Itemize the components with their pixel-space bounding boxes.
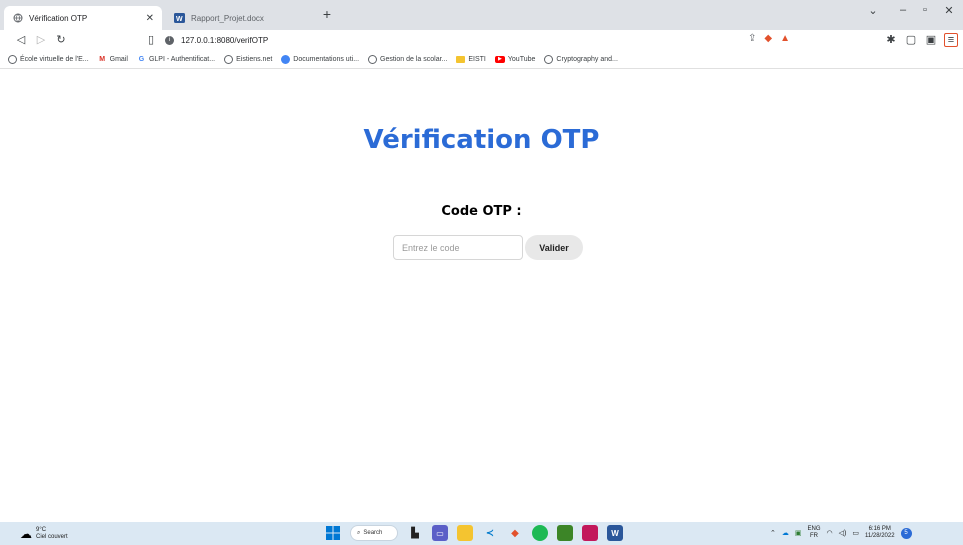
bookmark-documentations[interactable]: Documentations uti... (281, 54, 359, 64)
vscode-icon[interactable]: ≺ (482, 525, 498, 541)
bookmark-page-icon[interactable]: ▯ (144, 33, 158, 46)
brave-rewards-icon[interactable]: ▲ (780, 33, 790, 44)
site-info-icon[interactable]: i (165, 35, 174, 45)
file-explorer-icon[interactable] (457, 525, 473, 541)
spotify-icon[interactable] (532, 525, 548, 541)
bookmark-gmail[interactable]: M Gmail (98, 55, 128, 64)
browser-toolbar: ◁ ▷ ↻ ▯ i 127.0.0.1:8080/verifOTP ⇪ ◆ ▲ … (0, 30, 963, 50)
chat-icon[interactable]: ▭ (432, 525, 448, 541)
weather-widget[interactable]: ☁ 9°C Ciel couvert (20, 527, 68, 541)
browser-tabstrip: Vérification OTP ✕ W Rapport_Projet.docx… (0, 0, 963, 30)
language-indicator[interactable]: ENG FR (808, 526, 821, 540)
sidebar-icon[interactable]: ▢ (904, 33, 918, 46)
page-title: Vérification OTP (363, 125, 600, 155)
word-icon: W (174, 13, 185, 24)
tab-verification-otp[interactable]: Vérification OTP ✕ (4, 6, 162, 30)
app-icon[interactable] (582, 525, 598, 541)
word-app-icon[interactable]: W (607, 525, 623, 541)
bookmark-eistiens[interactable]: Eistiens.net (224, 54, 272, 64)
bookmarks-bar: École virtuelle de l'E... M Gmail G GLPI… (0, 50, 963, 69)
forward-icon[interactable]: ▷ (34, 33, 48, 46)
brave-shield-icon[interactable]: ◆ (764, 33, 772, 44)
bookmark-gestion-scolarite[interactable]: Gestion de la scolar... (368, 54, 447, 64)
bookmark-youtube[interactable]: ▶ YouTube (494, 55, 535, 63)
tab-search-chevron-icon[interactable]: ⌄ (862, 4, 884, 17)
bookmark-ecole-virtuelle[interactable]: École virtuelle de l'E... (8, 54, 89, 64)
weather-desc: Ciel couvert (36, 534, 68, 540)
maximize-button[interactable]: ▫ (914, 4, 936, 16)
otp-code-label: Code OTP : (441, 204, 522, 219)
tab-title: Vérification OTP (29, 13, 88, 23)
otp-code-input[interactable] (393, 235, 523, 260)
folder-icon (456, 55, 466, 63)
tab-title: Rapport_Projet.docx (191, 13, 264, 23)
tab-close-icon[interactable]: ✕ (146, 13, 154, 24)
clock[interactable]: 6:16 PM 11/28/2022 (865, 526, 895, 540)
system-tray: ⌃ ☁ ▣ ENG FR ◠ ◁) ▭ 6:16 PM 11/28/2022 5 (770, 526, 912, 540)
google-icon: G (138, 55, 145, 63)
windows-start-icon[interactable] (325, 525, 341, 541)
task-view-icon[interactable]: ▙ (407, 525, 423, 541)
onedrive-icon[interactable]: ☁ (782, 529, 789, 537)
chrome-icon (281, 54, 291, 64)
menu-icon[interactable]: ≡ (944, 33, 958, 47)
tray-app-icon[interactable]: ▣ (795, 529, 802, 537)
notification-badge[interactable]: 5 (900, 527, 912, 539)
validate-button[interactable]: Valider (525, 235, 583, 260)
address-bar[interactable]: i 127.0.0.1:8080/verifOTP (165, 32, 815, 48)
wifi-icon[interactable]: ◠ (827, 529, 833, 537)
share-icon[interactable]: ⇪ (748, 33, 756, 44)
bookmark-glpi[interactable]: G GLPI - Authentificat... (137, 55, 215, 64)
volume-icon[interactable]: ◁) (839, 529, 847, 537)
globe-icon (224, 54, 234, 64)
battery-icon[interactable]: ▭ (852, 529, 859, 537)
back-icon[interactable]: ◁ (14, 33, 28, 46)
url-text: 127.0.0.1:8080/verifOTP (181, 35, 269, 45)
globe-icon (544, 54, 554, 64)
tab-rapport-projet[interactable]: W Rapport_Projet.docx (166, 6, 312, 30)
minecraft-icon[interactable] (557, 525, 573, 541)
weather-temp: 9°C (36, 527, 47, 533)
new-tab-button[interactable]: + (318, 6, 336, 22)
globe-icon (368, 54, 378, 64)
search-icon: ⌕ (357, 529, 361, 536)
reload-icon[interactable]: ↻ (54, 33, 68, 46)
gmail-icon: M (99, 55, 106, 63)
extensions-icon[interactable]: ✱ (884, 33, 898, 46)
close-window-button[interactable]: ✕ (938, 4, 960, 17)
cloud-weather-icon: ☁ (20, 527, 32, 541)
windows-taskbar: ☁ 9°C Ciel couvert ⌕ Search ▙ ▭ ≺ ◆ W ⌃ … (0, 522, 963, 545)
svg-text:W: W (176, 16, 183, 23)
wallet-icon[interactable]: ▣ (924, 33, 938, 46)
globe-icon (12, 13, 23, 24)
minimize-button[interactable]: – (892, 4, 914, 16)
address-bar-actions: ⇪ ◆ ▲ (748, 33, 790, 44)
bookmark-cryptography[interactable]: Cryptography and... (544, 54, 618, 64)
taskbar-apps: ⌕ Search ▙ ▭ ≺ ◆ W (325, 525, 623, 541)
brave-browser-icon[interactable]: ◆ (507, 525, 523, 541)
globe-icon (8, 54, 17, 64)
bookmark-eisti-folder[interactable]: EISTI (456, 55, 486, 63)
page-content: Vérification OTP Code OTP : Valider (0, 70, 963, 505)
taskbar-search[interactable]: ⌕ Search (350, 525, 398, 541)
chevron-up-icon[interactable]: ⌃ (770, 529, 776, 537)
youtube-icon: ▶ (494, 55, 505, 63)
